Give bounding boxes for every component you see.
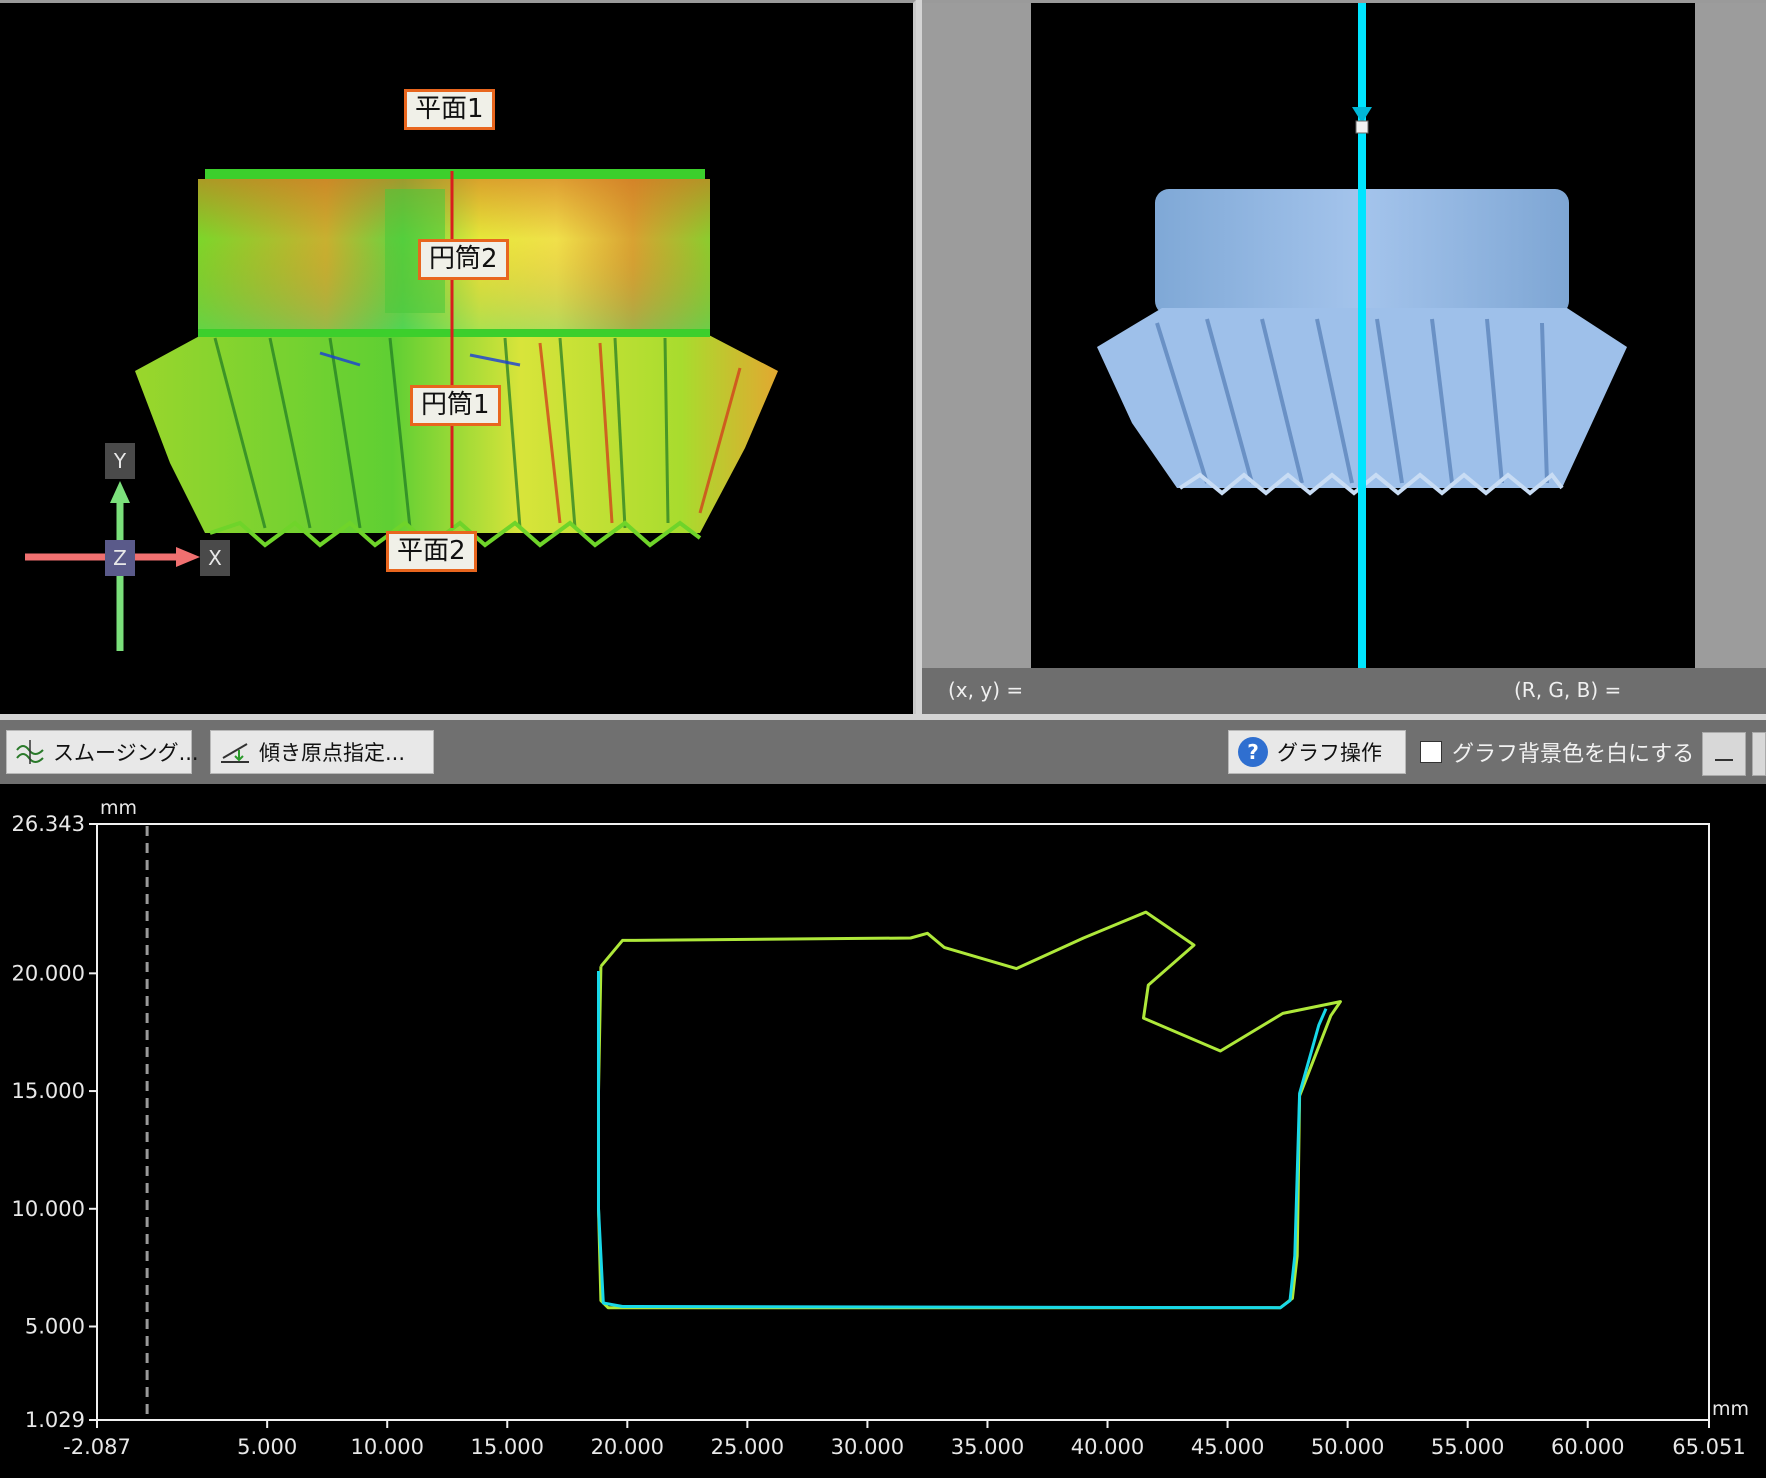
profile-chart-panel[interactable]: mm mm -2.087 5.000 10.000 15.000 20.000 25.00… bbox=[0, 784, 1766, 1478]
x-tick-label: -2.087 bbox=[63, 1435, 131, 1459]
profile-series-2 bbox=[597, 971, 1328, 1310]
plot-frame bbox=[96, 823, 1710, 1421]
label-cylinder2[interactable]: 円筒2 bbox=[418, 239, 509, 281]
profile-series-1 bbox=[597, 910, 1342, 1310]
x-tick-label: 20.000 bbox=[591, 1435, 664, 1459]
y-tick-label: 15.000 bbox=[12, 1079, 85, 1103]
x-unit-label: mm bbox=[1712, 1398, 1749, 1420]
y-axis-label: Y bbox=[105, 443, 135, 479]
smoothing-label: スムージング... bbox=[53, 741, 199, 765]
x-tick-label: 50.000 bbox=[1311, 1435, 1384, 1459]
z-axis-label: Z bbox=[105, 540, 135, 576]
smoothing-button[interactable]: スムージング... bbox=[6, 730, 199, 774]
graph-ops-button[interactable]: ? グラフ操作 bbox=[1228, 730, 1406, 774]
tilt-origin-icon bbox=[221, 743, 249, 763]
x-tick-label: 5.000 bbox=[237, 1435, 297, 1459]
x-tick-label: 35.000 bbox=[951, 1435, 1024, 1459]
graph-ops-label: グラフ操作 bbox=[1277, 741, 1382, 765]
profile-chart[interactable]: mm mm -2.087 5.000 10.000 15.000 20.000 25.00… bbox=[0, 784, 1766, 1478]
x-tick-label: 30.000 bbox=[831, 1435, 904, 1459]
panel-edge-button[interactable] bbox=[1752, 732, 1766, 776]
y-tick-label: 1.029 bbox=[25, 1408, 85, 1432]
x-axis-label: X bbox=[200, 540, 230, 576]
y-tick-label: 26.343 bbox=[12, 812, 85, 836]
x-tick-label: 40.000 bbox=[1071, 1435, 1144, 1459]
label-plane1[interactable]: 平面1 bbox=[404, 89, 495, 131]
x-tick-label: 25.000 bbox=[711, 1435, 784, 1459]
y-tick-label: 10.000 bbox=[12, 1197, 85, 1221]
x-tick-label: 60.000 bbox=[1551, 1435, 1624, 1459]
label-plane2[interactable]: 平面2 bbox=[386, 531, 477, 573]
help-icon: ? bbox=[1238, 737, 1268, 767]
white-background-label: グラフ背景色を白にする bbox=[1452, 742, 1695, 767]
tilt-origin-button[interactable]: 傾き原点指定... bbox=[210, 730, 434, 774]
graph-toolbar: スムージング... 傾き原点指定... ? グラフ操作 グラフ背景色を白にする bbox=[0, 720, 1766, 784]
x-tick-label: 55.000 bbox=[1431, 1435, 1504, 1459]
label-cylinder1[interactable]: 円筒1 bbox=[410, 385, 501, 427]
pixel-info-bar: (x, y) = (R, G, B) = bbox=[922, 668, 1766, 714]
rgb-readout: (R, G, B) = bbox=[1514, 678, 1622, 702]
3d-view-panel[interactable]: Y Z X 平面1 円筒2 円筒1 平面2 bbox=[0, 0, 916, 714]
x-tick-label: 15.000 bbox=[471, 1435, 544, 1459]
y-tick-label: 5.000 bbox=[25, 1315, 85, 1339]
y-tick-label: 20.000 bbox=[12, 961, 85, 985]
x-tick-label: 10.000 bbox=[350, 1435, 423, 1459]
coord-readout: (x, y) = bbox=[948, 678, 1024, 702]
x-tick-label: 45.000 bbox=[1191, 1435, 1264, 1459]
x-tick-label: 65.051 bbox=[1672, 1435, 1745, 1459]
smoothing-icon bbox=[16, 740, 44, 764]
svg-text:?: ? bbox=[1247, 740, 1259, 764]
minimize-button[interactable] bbox=[1702, 732, 1746, 776]
y-unit-label: mm bbox=[100, 797, 137, 819]
white-background-checkbox[interactable] bbox=[1420, 741, 1442, 763]
gear-photo-render bbox=[1097, 3, 1627, 671]
tilt-origin-label: 傾き原点指定... bbox=[259, 741, 406, 765]
section-image-panel[interactable]: (x, y) = (R, G, B) = bbox=[922, 0, 1766, 714]
white-background-toggle[interactable]: グラフ背景色を白にする bbox=[1420, 730, 1694, 774]
